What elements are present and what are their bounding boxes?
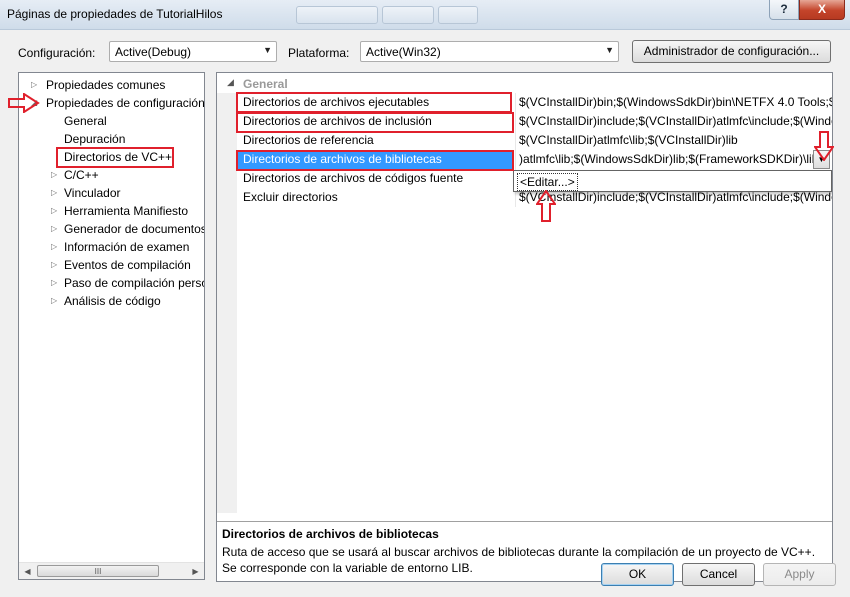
tree-item-label: Depuración — [64, 132, 126, 146]
property-row[interactable]: Directorios de referencia $(VCInstallDir… — [237, 131, 832, 150]
horizontal-scrollbar[interactable]: ◀ III ▶ — [19, 562, 204, 579]
property-pages-dialog: Configuración: Active(Debug) ▼ Plataform… — [0, 30, 850, 597]
expand-arrow-icon[interactable]: ▷ — [51, 256, 61, 274]
scrollbar-thumb[interactable]: III — [37, 565, 159, 577]
title-bar: Páginas de propiedades de TutorialHilos … — [0, 0, 850, 30]
property-name: Directorios de archivos de inclusión — [243, 114, 432, 128]
expand-arrow-icon[interactable]: ▷ — [31, 76, 41, 94]
property-name: Excluir directorios — [243, 190, 338, 204]
ok-button[interactable]: OK — [601, 563, 674, 586]
value-dropdown-button[interactable]: ▼ — [813, 150, 830, 169]
value-dropdown-list[interactable]: <Editar...> — [513, 170, 832, 192]
property-name: Directorios de archivos de bibliotecas — [237, 150, 514, 169]
scroll-left-icon[interactable]: ◀ — [19, 563, 36, 579]
close-button[interactable]: X — [799, 0, 845, 20]
expand-arrow-icon[interactable]: ▷ — [51, 274, 61, 292]
tree-item-label: Vinculador — [64, 186, 121, 200]
property-grid[interactable]: ◢ General Directorios de archivos ejecut… — [216, 72, 833, 582]
tree-item-label: Generador de documentos — [64, 222, 205, 236]
property-value[interactable]: $(VCInstallDir)include;$(VCInstallDir)at… — [515, 112, 832, 131]
settings-tree[interactable]: ▷ Propiedades comunes ◢ Propiedades de c… — [18, 72, 205, 580]
property-name: Directorios de archivos de códigos fuent… — [243, 171, 464, 185]
property-row[interactable]: Directorios de archivos ejecutables $(VC… — [237, 93, 832, 112]
configuration-value: Active(Debug) — [115, 45, 192, 59]
expand-arrow-icon[interactable]: ▷ — [51, 292, 61, 310]
category-row[interactable]: ◢ General — [217, 75, 832, 93]
edit-option[interactable]: <Editar...> — [517, 173, 578, 191]
collapse-arrow-icon[interactable]: ◢ — [227, 77, 234, 88]
property-name: Directorios de referencia — [243, 133, 374, 147]
background-window-tab — [438, 6, 478, 24]
cancel-button[interactable]: Cancel — [682, 563, 755, 586]
tree-item-label: Herramienta Manifiesto — [64, 204, 189, 218]
property-value[interactable]: $(VCInstallDir)atlmfc\lib;$(VCInstallDir… — [515, 131, 832, 150]
expand-arrow-icon[interactable]: ▷ — [51, 238, 61, 256]
chevron-down-icon: ▼ — [263, 45, 272, 55]
tree-item-label: General — [64, 114, 107, 128]
configuration-manager-button[interactable]: Administrador de configuración... — [632, 40, 831, 63]
help-button[interactable]: ? — [769, 0, 799, 20]
property-row-selected[interactable]: Directorios de archivos de bibliotecas )… — [237, 150, 832, 169]
chevron-down-icon: ▼ — [605, 45, 614, 55]
grid-margin — [217, 93, 237, 513]
expand-arrow-icon[interactable]: ▷ — [51, 184, 61, 202]
platform-select[interactable]: Active(Win32) ▼ — [360, 41, 619, 62]
tree-item-label: Directorios de VC++ — [64, 150, 173, 164]
tree-item-label: Propiedades comunes — [46, 78, 166, 92]
tree-item-label: Análisis de código — [64, 294, 161, 308]
description-title: Directorios de archivos de bibliotecas — [222, 527, 439, 541]
platform-label: Plataforma: — [288, 46, 350, 60]
tree-item-label: Eventos de compilación — [64, 258, 191, 272]
window-title: Páginas de propiedades de TutorialHilos — [7, 7, 223, 21]
expand-arrow-icon[interactable]: ▷ — [51, 220, 61, 238]
apply-button: Apply — [763, 563, 836, 586]
tree-item-label: Información de examen — [64, 240, 190, 254]
tree-item-label: C/C++ — [64, 168, 99, 182]
description-divider — [217, 521, 832, 522]
tree-item-label: Paso de compilación perso — [64, 276, 205, 290]
expand-arrow-icon[interactable]: ▷ — [51, 166, 61, 184]
background-window-tab — [296, 6, 378, 24]
background-window-tab — [382, 6, 434, 24]
property-value-input[interactable]: )atlmfc\lib;$(WindowsSdkDir)lib;$(Framew… — [515, 150, 832, 169]
expand-arrow-icon[interactable]: ▷ — [51, 202, 61, 220]
tree-item-label: Propiedades de configuración — [46, 96, 205, 110]
scroll-right-icon[interactable]: ▶ — [187, 563, 204, 579]
collapse-arrow-icon[interactable]: ◢ — [31, 94, 41, 112]
property-name: Directorios de archivos ejecutables — [243, 95, 430, 109]
platform-value: Active(Win32) — [366, 45, 441, 59]
property-row[interactable]: Directorios de archivos de inclusión $(V… — [237, 112, 832, 131]
category-label: General — [243, 77, 288, 91]
configuration-label: Configuración: — [18, 46, 96, 60]
chevron-down-icon: ▼ — [817, 155, 826, 164]
configuration-select[interactable]: Active(Debug) ▼ — [109, 41, 277, 62]
property-value[interactable]: $(VCInstallDir)bin;$(WindowsSdkDir)bin\N… — [515, 93, 832, 112]
